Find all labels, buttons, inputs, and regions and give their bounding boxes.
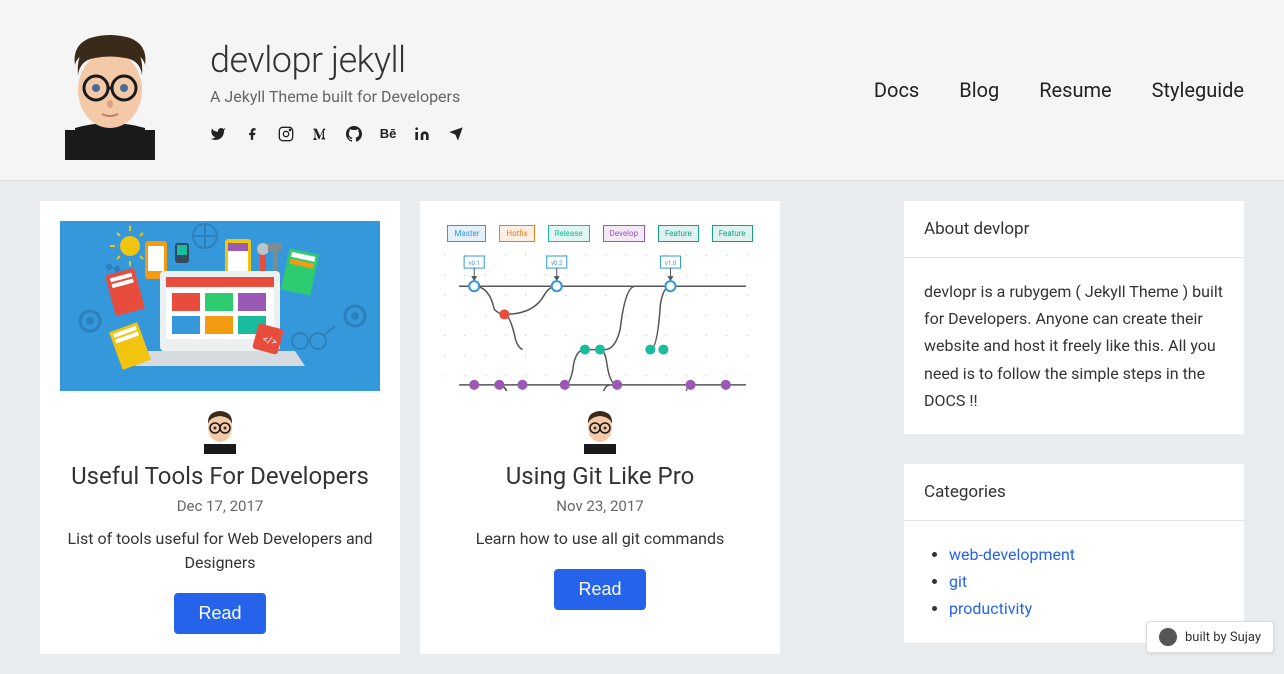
site-avatar [40, 20, 180, 160]
medium-icon[interactable] [312, 126, 328, 142]
read-button[interactable]: Read [554, 569, 645, 610]
post-card: Master Hotfix Release Develop Feature Feature… [420, 201, 780, 654]
svg-text:v1.0: v1.0 [665, 260, 677, 267]
main-container: </> Useful Tools For Developers Dec 17, … [0, 181, 1284, 674]
category-link[interactable]: git [949, 572, 967, 591]
site-title: devlopr jekyll [210, 39, 874, 81]
widget-heading: About devlopr [904, 201, 1244, 258]
sidebar: About devlopr devlopr is a rubygem ( Jek… [904, 201, 1244, 654]
post-description: List of tools useful for Web Developers … [60, 527, 380, 575]
about-widget: About devlopr devlopr is a rubygem ( Jek… [904, 201, 1244, 434]
categories-widget: Categories web-development git productivit… [904, 464, 1244, 643]
post-image: </> [60, 221, 380, 391]
posts-grid: </> Useful Tools For Developers Dec 17, … [40, 201, 884, 654]
site-info: devlopr jekyll A Jekyll Theme built for … [210, 39, 874, 142]
list-item: web-development [949, 541, 1224, 568]
gitflow-tag: Release [548, 225, 590, 242]
post-description: Learn how to use all git commands [476, 527, 725, 551]
post-title: Useful Tools For Developers [71, 462, 369, 491]
author-avatar [196, 406, 244, 454]
gitflow-tag: Hotfix [499, 225, 534, 242]
post-card: </> Useful Tools For Developers Dec 17, … [40, 201, 400, 654]
gitflow-tag: Feature [712, 225, 753, 242]
svg-text:v0.2: v0.2 [551, 260, 563, 267]
about-text: devlopr is a rubygem ( Jekyll Theme ) bu… [904, 258, 1244, 434]
twitter-icon[interactable] [210, 126, 226, 142]
post-date: Dec 17, 2017 [177, 497, 264, 515]
nav-styleguide[interactable]: Styleguide [1152, 78, 1244, 102]
category-link[interactable]: productivity [949, 599, 1032, 618]
post-image: Master Hotfix Release Develop Feature Feature… [440, 221, 760, 391]
gitflow-tag: Feature [658, 225, 699, 242]
list-item: productivity [949, 595, 1224, 622]
github-icon[interactable] [346, 126, 362, 142]
social-icons: Bē [210, 126, 874, 142]
widget-heading: Categories [904, 464, 1244, 521]
nav-resume[interactable]: Resume [1039, 78, 1111, 102]
instagram-icon[interactable] [278, 126, 294, 142]
list-item: git [949, 568, 1224, 595]
credit-avatar-icon [1159, 628, 1177, 646]
credit-badge[interactable]: built by Sujay [1146, 621, 1274, 653]
telegram-icon[interactable] [448, 126, 464, 142]
site-header: devlopr jekyll A Jekyll Theme built for … [0, 0, 1284, 181]
nav-docs[interactable]: Docs [874, 78, 919, 102]
gitflow-tag: Develop [603, 225, 646, 242]
categories-list: web-development git productivity [924, 541, 1224, 623]
nav-blog[interactable]: Blog [959, 78, 999, 102]
post-date: Nov 23, 2017 [556, 497, 643, 515]
gitflow-tag: Master [447, 225, 486, 242]
category-link[interactable]: web-development [949, 545, 1075, 564]
facebook-icon[interactable] [244, 126, 260, 142]
linkedin-icon[interactable] [414, 126, 430, 142]
credit-text: built by Sujay [1185, 630, 1261, 645]
site-subtitle: A Jekyll Theme built for Developers [210, 87, 874, 106]
behance-icon[interactable]: Bē [380, 126, 396, 142]
main-nav: Docs Blog Resume Styleguide [874, 78, 1244, 102]
read-button[interactable]: Read [174, 593, 265, 634]
author-avatar [576, 406, 624, 454]
svg-text:v0.1: v0.1 [469, 260, 480, 267]
post-title: Using Git Like Pro [506, 462, 695, 491]
